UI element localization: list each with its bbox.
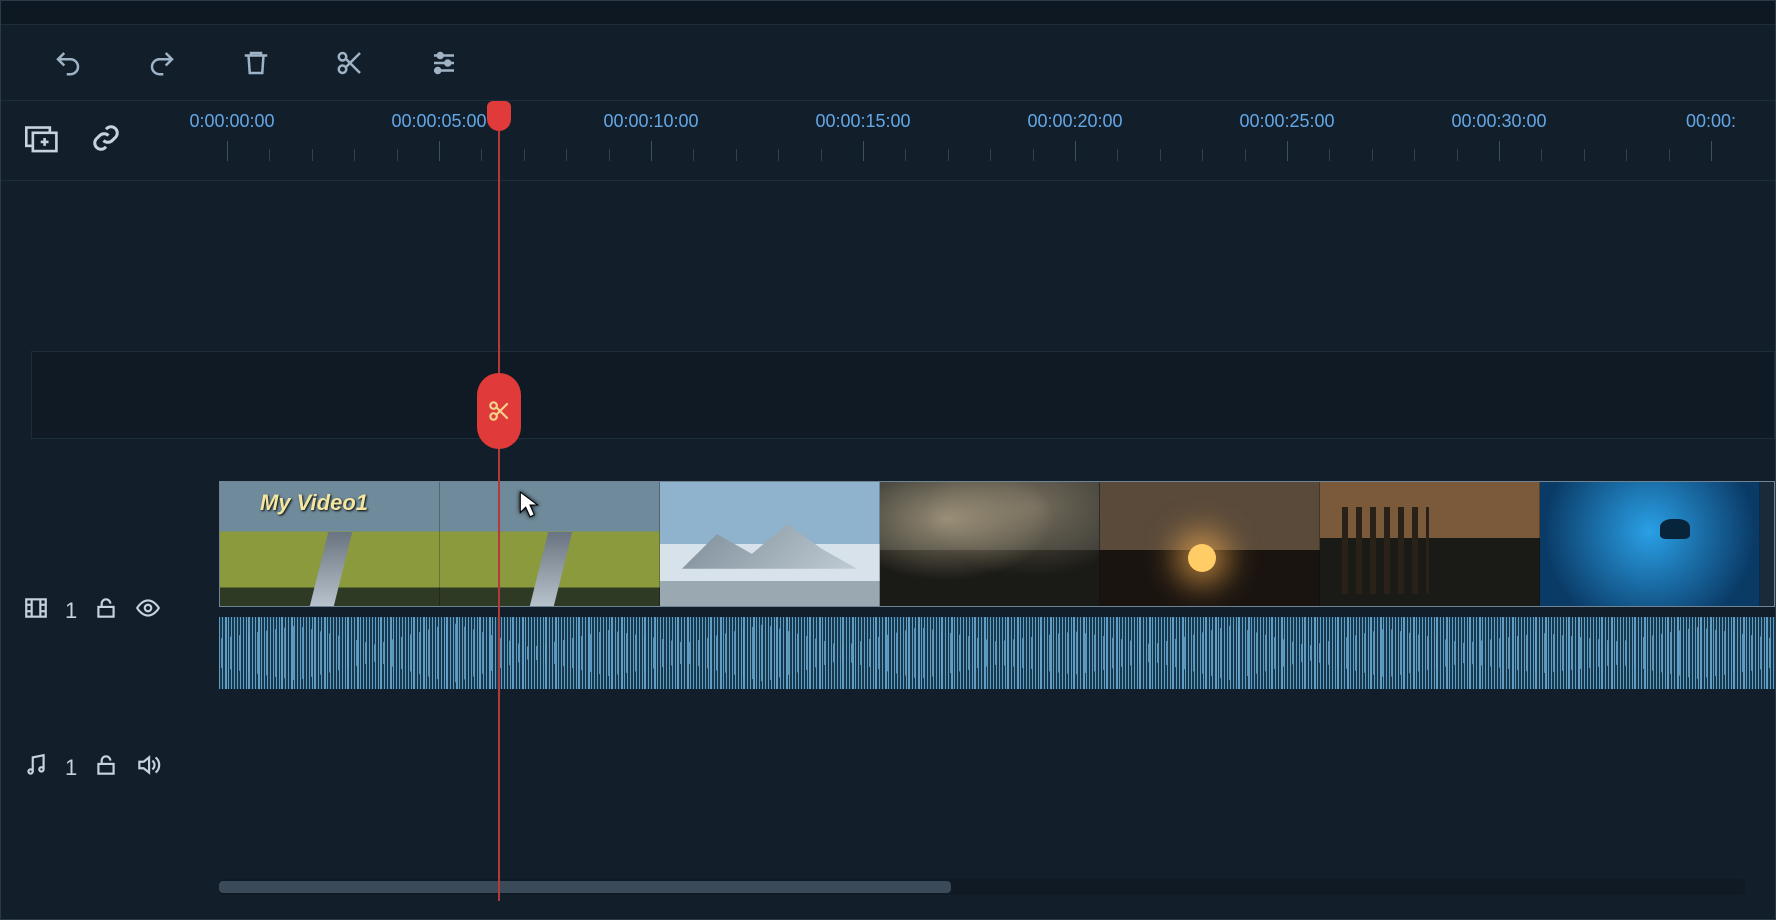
ruler-timecode: 00:00:00:00 <box>189 111 275 132</box>
video-track: 1 My Video1 <box>1 481 1775 741</box>
ruler-timecode: 00:00:05:00 <box>391 111 486 132</box>
video-clip[interactable]: My Video1 <box>219 481 1775 607</box>
add-marker-icon[interactable] <box>25 123 59 158</box>
ruler-timecode: 00:00:30:00 <box>1451 111 1546 132</box>
ruler-timecode: 00:00:15:00 <box>815 111 910 132</box>
video-track-index: 1 <box>65 598 77 624</box>
time-ruler[interactable]: 00:00:00:00 00:00:05:00 00:00:10:00 00:00:1… <box>189 101 1775 180</box>
video-track-header: 1 <box>1 481 189 741</box>
speaker-icon[interactable] <box>135 752 161 784</box>
timeline-toolbar <box>1 25 1775 101</box>
ruler-timecode: 00:00:10:00 <box>603 111 698 132</box>
link-icon[interactable] <box>89 123 123 158</box>
scissors-icon[interactable] <box>333 46 367 80</box>
split-at-playhead-button[interactable] <box>477 373 521 449</box>
film-icon <box>23 595 49 627</box>
clip-thumbnail <box>1540 482 1760 606</box>
audio-waveform[interactable] <box>219 617 1775 689</box>
empty-clip-slot[interactable] <box>31 351 1775 439</box>
music-note-icon <box>23 752 49 784</box>
audio-track: 1 <box>1 733 1775 803</box>
eye-icon[interactable] <box>135 595 161 627</box>
horizontal-scrollbar[interactable] <box>219 879 1745 895</box>
ruler-timecode: 00:00:25:00 <box>1239 111 1334 132</box>
ruler-timecode: 00:00: <box>1686 111 1736 132</box>
unlock-icon[interactable] <box>93 595 119 627</box>
clip-thumbnail <box>1100 482 1320 606</box>
scrollbar-thumb[interactable] <box>219 881 951 893</box>
clip-thumbnail <box>660 482 880 606</box>
sliders-icon[interactable] <box>427 46 461 80</box>
top-tab-strip <box>1 1 1775 25</box>
unlock-icon[interactable] <box>93 752 119 784</box>
audio-track-header: 1 <box>1 733 189 803</box>
clip-label: My Video1 <box>260 490 368 516</box>
clip-thumbnail <box>440 482 660 606</box>
trash-icon[interactable] <box>239 46 273 80</box>
redo-icon[interactable] <box>145 46 179 80</box>
ruler-timecode: 00:00:20:00 <box>1027 111 1122 132</box>
overlay-track <box>1 181 1775 381</box>
audio-track-index: 1 <box>65 755 77 781</box>
clip-thumbnail <box>1320 482 1540 606</box>
undo-icon[interactable] <box>51 46 85 80</box>
clip-thumbnail <box>880 482 1100 606</box>
playhead-handle[interactable] <box>487 101 511 131</box>
clip-thumbnail: My Video1 <box>220 482 440 606</box>
